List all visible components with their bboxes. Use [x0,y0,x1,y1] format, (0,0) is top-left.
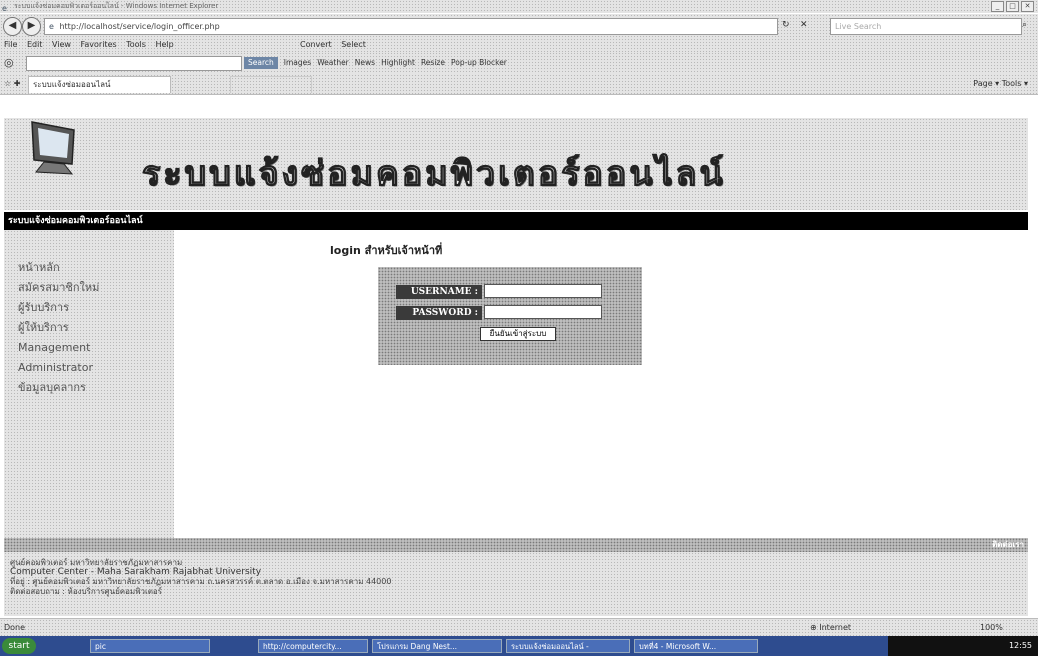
main-content: login สำหรับเจ้าหน้าที่ USERNAME : PASSW… [174,230,1028,538]
browser-tab[interactable]: ระบบแจ้งซ่อมออนไลน์ [28,76,172,93]
address-url: http://localhost/service/login_officer.p… [59,22,220,31]
forward-button[interactable]: ▶ [22,17,41,36]
sidebar: หน้าหลัก สมัครสมาชิกใหม่ ผู้รับบริการ ผู… [4,230,174,538]
new-tab-button[interactable] [230,76,312,93]
system-tray: 12:55 [888,636,1038,656]
toolbar-resize-button[interactable]: Resize [421,57,445,69]
site-header: ระบบแจ้งซ่อมคอมพิวเตอร์ออนไลน์ [4,118,1028,210]
sidebar-menu: หน้าหลัก สมัครสมาชิกใหม่ ผู้รับบริการ ผู… [4,230,174,398]
computer-monitor-icon [31,121,75,175]
login-heading: login สำหรับเจ้าหน้าที่ [330,244,443,257]
taskbar-button-browser[interactable]: http://computercity... [258,639,368,653]
password-row: PASSWORD : [378,304,642,322]
globe-icon: ⊕ [810,623,820,632]
contact-link[interactable]: ติดต่อเรา [992,538,1024,552]
search-icon[interactable]: ⌕ [1022,19,1027,32]
sidebar-item-register[interactable]: สมัครสมาชิกใหม่ [18,278,174,298]
window-titlebar: e ระบบแจ้งซ่อมคอมพิวเตอร์ออนไลน์ - Windo… [0,0,1038,13]
sidebar-item-staff-info[interactable]: ข้อมูลบุคลากร [18,378,174,398]
footer-line-2: Computer Center - Maha Sarakham Rajabhat… [10,566,262,577]
password-label: PASSWORD : [396,306,482,320]
search-input[interactable]: Live Search [830,18,1022,35]
window-title: ระบบแจ้งซ่อมคอมพิวเตอร์ออนไลน์ - Windows… [14,2,219,10]
sidebar-item-administrator[interactable]: Administrator [18,358,174,378]
taskbar-button-program[interactable]: โปรแกรม Dang Nest... [372,639,502,653]
window-controls: _ □ ✕ [991,1,1034,12]
taskbar: start pic http://computercity... โปรแกรม… [0,636,1038,656]
sidebar-item-home[interactable]: หน้าหลัก [18,258,174,278]
toolbar-popup-blocker-button[interactable]: Pop-up Blocker [451,57,507,69]
taskbar-button-word[interactable]: บทที่4 - Microsoft W... [634,639,758,653]
sidebar-item-management[interactable]: Management [18,338,174,358]
footer-line-3: ที่อยู่ : ศูนย์คอมพิวเตอร์ มหาวิทยาลัยรา… [10,577,392,586]
select-button[interactable]: Select [341,40,366,49]
username-row: USERNAME : [378,283,642,301]
clock: 12:55 [1008,641,1032,650]
menu-file[interactable]: File [4,40,17,49]
toolbar-logo-icon: ◎ [4,56,14,69]
status-text: Done [4,623,26,632]
convert-button[interactable]: Convert [300,40,332,49]
close-button[interactable]: ✕ [1021,1,1034,12]
toolbar-weather-button[interactable]: Weather [317,57,349,69]
status-bar: Done ⊕ Internet 100% [0,618,1038,637]
menu-view[interactable]: View [52,40,71,49]
refresh-icon[interactable]: ↻ [782,19,790,32]
toolbar-images-button[interactable]: Images [284,57,311,69]
toolbar-search-input[interactable] [26,56,242,71]
back-button[interactable]: ◀ [3,17,22,36]
web-page: ระบบแจ้งซ่อมคอมพิวเตอร์ออนไลน์ ระบบแจ้งซ… [4,118,1028,616]
sidebar-item-service-provider[interactable]: ผู้ให้บริการ [18,318,174,338]
site-footer: ศูนย์คอมพิวเตอร์ มหาวิทยาลัยราชภัฏมหาสาร… [4,552,1028,616]
submit-row: ยืนยันเข้าสู่ระบบ [378,325,642,343]
taskbar-button-repair-system[interactable]: ระบบแจ้งซ่อมออนไลน์ - [506,639,630,653]
footer-bar: ติดต่อเรา [4,538,1028,552]
security-zone: ⊕ Internet [810,619,851,637]
menu-bar: File Edit View Favorites Tools Help Conv… [0,38,1038,52]
favorites-star-icon[interactable]: ☆ ✚ [4,74,20,94]
menu-tools[interactable]: Tools [126,40,146,49]
toolbar-search-button[interactable]: Search [244,57,278,69]
toolbar-news-button[interactable]: News [355,57,375,69]
menu-edit[interactable]: Edit [27,40,43,49]
stop-icon[interactable]: ✕ [800,19,808,32]
menu-help[interactable]: Help [155,40,173,49]
page-icon: e [49,22,54,31]
username-input[interactable] [484,284,602,298]
command-bar[interactable]: Page ▾ Tools ▾ [973,74,1028,94]
site-title: ระบบแจ้งซ่อมคอมพิวเตอร์ออนไลน์ [141,153,726,194]
address-row: ◀ ▶ e http://localhost/service/login_off… [0,14,1038,38]
start-button[interactable]: start [2,638,36,654]
favorites-bar: ☆ ✚ ระบบแจ้งซ่อมออนไลน์ Page ▾ Tools ▾ [0,74,1038,95]
username-label: USERNAME : [396,285,482,299]
menu-favorites[interactable]: Favorites [81,40,117,49]
footer-line-4: ติดต่อสอบถาม : ห้องบริการศูนย์คอมพิวเตอร… [10,586,162,596]
taskbar-button-pic[interactable]: pic [90,639,210,653]
login-submit-button[interactable]: ยืนยันเข้าสู่ระบบ [480,327,556,341]
site-navbar: ระบบแจ้งซ่อมคอมพิวเตอร์ออนไลน์ [4,212,1028,230]
search-toolbar: ◎ Search Images Weather News Highlight R… [0,52,1038,74]
password-input[interactable] [484,305,602,319]
sidebar-item-service-user[interactable]: ผู้รับบริการ [18,298,174,318]
zoom-level[interactable]: 100% [980,619,1003,637]
login-form: USERNAME : PASSWORD : ยืนยันเข้าสู่ระบบ [378,267,642,365]
address-bar[interactable]: e http://localhost/service/login_officer… [44,18,778,35]
zone-label: Internet [819,623,852,632]
maximize-button[interactable]: □ [1006,1,1019,12]
minimize-button[interactable]: _ [991,1,1004,12]
toolbar-highlight-button[interactable]: Highlight [381,57,415,69]
